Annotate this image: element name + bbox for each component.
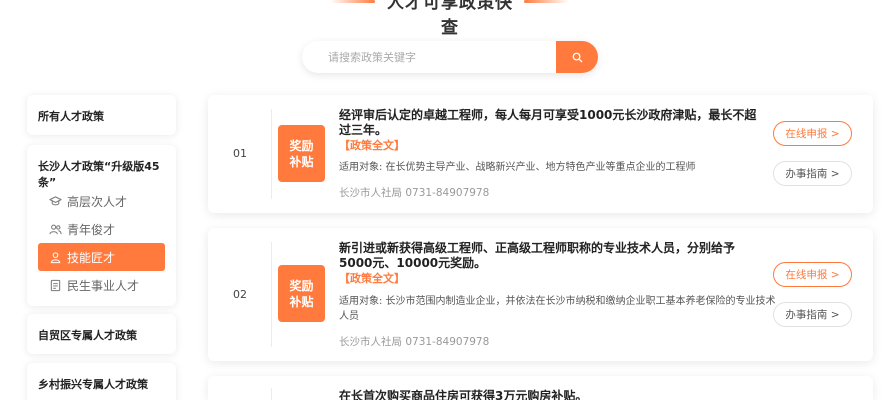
tag-line: 补贴 (289, 294, 314, 309)
sidebar-item-high-level-talent[interactable]: 高层次人才 (38, 187, 165, 215)
policy-title[interactable]: 在长首次购买商品住房可获得3万元购房补贴。 (339, 389, 765, 400)
sidebar-item-young-talent[interactable]: 青年俊才 (38, 215, 165, 243)
sidebar-item-label: 所有人才政策 (38, 110, 104, 123)
policy-full-text-link[interactable]: 【政策全文】 (339, 137, 405, 153)
sidebar-item-rural-policies[interactable]: 乡村振兴专属人才政策 (27, 363, 176, 400)
sidebar-item-label: 民生事业人才 (67, 278, 140, 293)
sidebar-item-label: 技能匠才 (67, 250, 116, 265)
policy-title[interactable]: 新引进或新获得高级工程师、正高级工程师职称的专业技术人员，分别给予5000元、1… (339, 241, 765, 271)
sidebar-item-livelihood-talent[interactable]: 民生事业人才 (38, 271, 165, 299)
divider (271, 388, 272, 400)
sidebar-item-label: 乡村振兴专属人才政策 (38, 378, 148, 391)
policy-card: 02 奖励 补贴 新引进或新获得高级工程师、正高级工程师职称的专业技术人员，分别… (208, 228, 873, 361)
policy-department: 长沙市人社局 0731-84907978 (339, 187, 490, 199)
user-icon (50, 251, 61, 263)
policy-index: 02 (233, 288, 247, 301)
search-bar (302, 41, 598, 73)
sidebar-item-all-policies[interactable]: 所有人才政策 (27, 95, 176, 135)
tag-line: 奖励 (289, 278, 314, 293)
divider (271, 242, 272, 347)
title-decor-line-left (330, 0, 375, 3)
policy-full-text-link[interactable]: 【政策全文】 (339, 270, 405, 286)
online-apply-button[interactable]: 在线申报 > (773, 262, 852, 287)
divider (271, 109, 272, 199)
document-icon (50, 279, 61, 291)
policy-card: 01 奖励 补贴 经评审后认定的卓越工程师，每人每月可享受1000元长沙政府津贴… (208, 95, 873, 213)
policy-target: 适用对象: 长沙市范围内制造业企业，并依法在长沙市纳税和缴纳企业职工基本养老保险… (339, 296, 776, 322)
online-apply-button[interactable]: 在线申报 > (773, 121, 852, 146)
title-decor-line-right (524, 0, 569, 3)
tag-line: 补贴 (289, 154, 314, 169)
service-guide-button[interactable]: 办事指南 > (773, 302, 852, 327)
sidebar-group-title[interactable]: 长沙人才政策“升级版45条” (27, 158, 176, 190)
policy-tag-badge: 奖励 补贴 (278, 265, 325, 322)
tag-line: 奖励 (289, 138, 314, 153)
search-button[interactable] (556, 41, 598, 73)
sidebar-item-ftz-policies[interactable]: 自贸区专属人才政策 (27, 314, 176, 354)
policy-card: 在长首次购买商品住房可获得3万元购房补贴。 (208, 376, 873, 400)
service-guide-button[interactable]: 办事指南 > (773, 161, 852, 186)
sidebar-group-changsha: 长沙人才政策“升级版45条” 高层次人才 青年俊才 技能匠才 民生事业人才 (27, 145, 176, 306)
sidebar-item-label: 自贸区专属人才政策 (38, 329, 137, 342)
page-title: 人才可享政策快查 (387, 0, 513, 38)
policy-target: 适用对象: 在长优势主导产业、战略新兴产业、地方特色产业等重点企业的工程师 (339, 162, 696, 173)
sidebar-item-label: 青年俊才 (67, 222, 116, 237)
search-input[interactable] (302, 41, 556, 73)
search-icon (572, 52, 582, 62)
policy-tag-badge: 奖励 补贴 (278, 125, 325, 182)
policy-department: 长沙市人社局 0731-84907978 (339, 336, 490, 348)
policy-title[interactable]: 经评审后认定的卓越工程师，每人每月可享受1000元长沙政府津贴，最长不超过三年。 (339, 108, 765, 138)
users-icon (49, 224, 62, 234)
sidebar-item-label: 高层次人才 (67, 194, 128, 209)
graduation-cap-icon (49, 195, 62, 205)
page-header: 人才可享政策快查 (0, 0, 884, 38)
policy-index: 01 (233, 147, 247, 160)
sidebar-item-skilled-talent[interactable]: 技能匠才 (38, 243, 165, 271)
